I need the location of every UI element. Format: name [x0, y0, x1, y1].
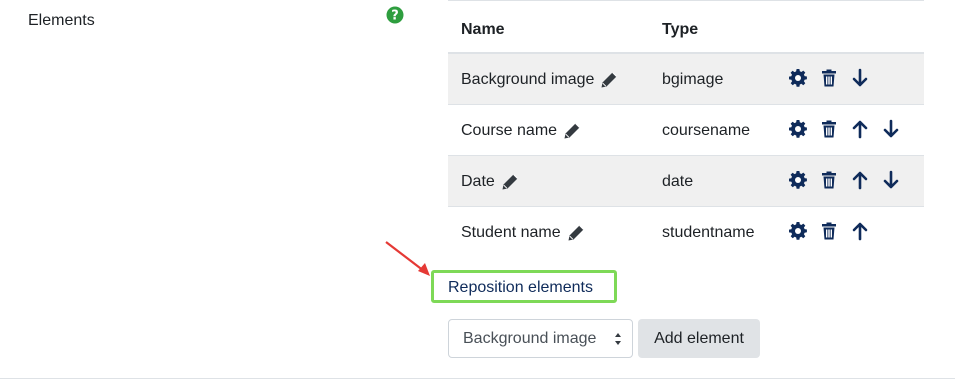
trash-icon[interactable]: [819, 170, 839, 190]
table-row: Background image bgimage: [448, 54, 924, 105]
question-circle-icon[interactable]: ?: [386, 6, 404, 24]
element-type: coursename: [662, 122, 751, 139]
element-name: Student name: [461, 224, 561, 241]
table-row: Date date: [448, 156, 924, 207]
trash-icon[interactable]: [819, 119, 839, 139]
table-row: Student name studentname: [448, 207, 924, 258]
gear-icon[interactable]: [788, 119, 808, 139]
header-type: Type: [662, 21, 699, 38]
element-name: Background image: [461, 71, 595, 88]
select-value: Background image: [463, 329, 597, 347]
element-type: date: [662, 173, 694, 190]
gear-icon[interactable]: [788, 170, 808, 190]
divider: [0, 378, 955, 379]
arrow-down-icon[interactable]: [881, 170, 901, 190]
element-type-select[interactable]: Background image: [448, 319, 633, 358]
section-label: Elements: [28, 12, 95, 29]
pencil-icon[interactable]: [563, 122, 581, 140]
element-name: Date: [461, 173, 495, 190]
add-element-button[interactable]: Add element: [638, 319, 760, 358]
svg-text:?: ?: [391, 9, 399, 24]
pencil-icon[interactable]: [600, 71, 618, 89]
pencil-icon[interactable]: [501, 173, 519, 191]
gear-icon[interactable]: [788, 221, 808, 241]
arrow-up-icon[interactable]: [850, 119, 870, 139]
arrow-down-icon[interactable]: [881, 119, 901, 139]
elements-table: Name Type Background image bgimage Cours…: [448, 0, 924, 258]
table-row: Course name coursename: [448, 105, 924, 156]
pencil-icon[interactable]: [567, 224, 585, 242]
table-header: Name Type: [448, 0, 924, 54]
trash-icon[interactable]: [819, 68, 839, 88]
header-name: Name: [461, 21, 505, 38]
element-name: Course name: [461, 122, 558, 139]
element-type: studentname: [662, 224, 755, 241]
arrow-up-icon[interactable]: [850, 221, 870, 241]
gear-icon[interactable]: [788, 68, 808, 88]
select-caret-icon: [615, 333, 621, 345]
reposition-elements-link[interactable]: Reposition elements: [448, 279, 593, 297]
trash-icon[interactable]: [819, 221, 839, 241]
arrow-up-icon[interactable]: [850, 170, 870, 190]
arrow-down-icon[interactable]: [850, 68, 870, 88]
element-type: bgimage: [662, 71, 724, 88]
